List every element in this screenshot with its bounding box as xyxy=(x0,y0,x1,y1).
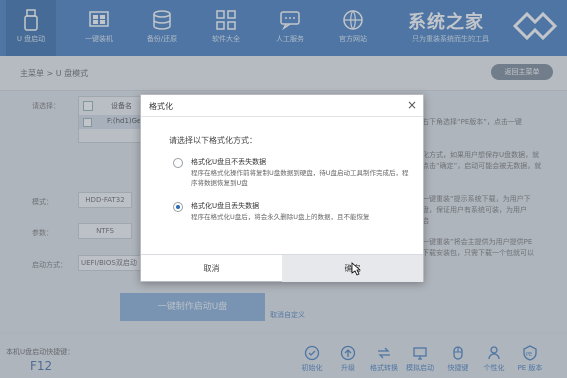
cancel-button[interactable]: 取消 xyxy=(141,255,282,282)
close-icon[interactable]: × xyxy=(407,98,417,112)
mouse-cursor-icon xyxy=(351,262,361,276)
format-dialog: 格式化 × 请选择以下格式化方式： 格式化U盘且不丢失数据 程序在格式化操作前将… xyxy=(140,94,424,282)
option-lose-data-title: 格式化U盘且丢失数据 xyxy=(191,202,260,210)
option-keep-data-radio[interactable] xyxy=(173,158,183,168)
option-lose-data-radio[interactable] xyxy=(173,202,183,212)
option-keep-data-title: 格式化U盘且不丢失数据 xyxy=(191,158,267,166)
dialog-prompt: 请选择以下格式化方式： xyxy=(169,136,257,145)
dialog-title: 格式化 xyxy=(149,102,173,111)
option-lose-data-desc: 程序在格式化U盘后，将会永久删除U盘上的数据，且不能恢复 xyxy=(191,213,370,221)
option-keep-data-desc: 程序在格式化操作前将复制U盘数据到硬盘，待U盘启动工具制作完成后，程序将数据恢复… xyxy=(191,169,409,187)
dialog-divider xyxy=(141,116,423,117)
dialog-footer: 取消 确定 xyxy=(141,254,423,282)
